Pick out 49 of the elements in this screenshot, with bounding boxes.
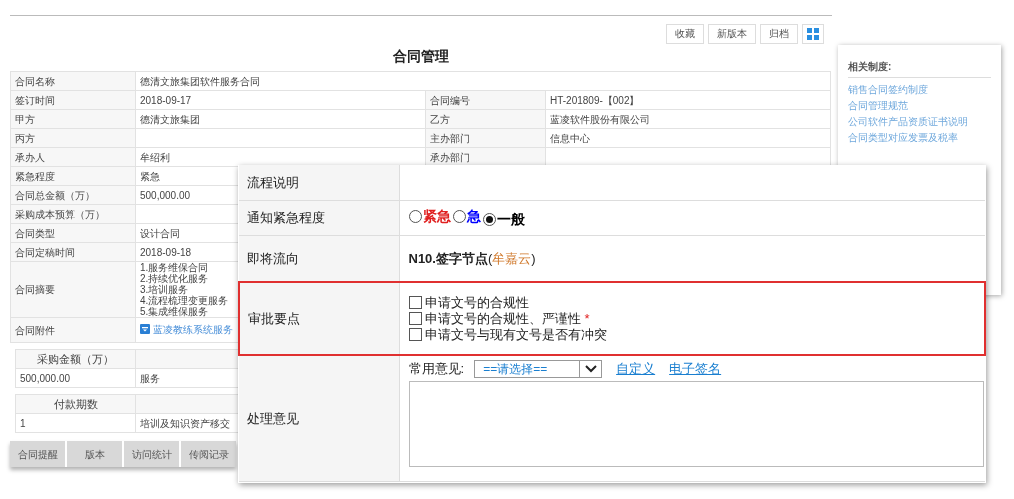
column-header: 采购金额（万） — [15, 349, 136, 369]
checkbox-label: 申请文号的合规性 — [424, 294, 529, 311]
toolbar-button[interactable]: 新版本 — [708, 24, 756, 44]
tab[interactable]: 版本 — [67, 441, 122, 467]
checkbox-label: 申请文号的合规性、严谨性 — [424, 310, 581, 327]
field-value: 德清文旅集团软件服务合同 — [140, 75, 260, 87]
toolbar-button[interactable]: 归档 — [760, 24, 798, 44]
column-header: 付款期数 — [15, 394, 136, 414]
flow-target: N10.签字节点(牟嘉云) — [408, 250, 536, 266]
page-title: 合同管理 — [392, 47, 450, 66]
panel-heading: 相关制度: — [848, 59, 991, 78]
attachment-link[interactable]: 蓝凌教练系统服务 — [153, 323, 233, 335]
tab[interactable]: 访问统计 — [124, 441, 179, 467]
field-value: 紧急 — [140, 170, 160, 182]
field-label: 合同摘要 — [10, 261, 136, 318]
field-label: 审批要点 — [239, 282, 399, 355]
field-label: 流程说明 — [239, 165, 399, 200]
field-value: 500,000.00 — [140, 189, 191, 201]
field-label: 合同名称 — [10, 71, 136, 91]
field-value: 2018-09-17 — [140, 94, 192, 106]
checkbox-label: 申请文号与现有文号是否有冲突 — [424, 326, 607, 343]
radio-option[interactable]: 急 — [452, 205, 481, 227]
table-cell: 1 — [15, 413, 136, 433]
field-value: HT-201809-【002】 — [550, 94, 640, 106]
document-icon — [140, 324, 150, 335]
required-mark: * — [584, 310, 590, 327]
toolbar-button[interactable]: 收藏 — [666, 24, 704, 44]
field-label: 即将流向 — [239, 235, 399, 282]
grid-icon[interactable] — [802, 24, 824, 44]
checkbox[interactable] — [408, 312, 422, 325]
field-label: 合同附件 — [10, 317, 136, 343]
tab[interactable]: 合同提醒 — [10, 441, 65, 467]
tab[interactable]: 传阅记录 — [181, 441, 236, 467]
field-value: 设计合同 — [140, 227, 180, 239]
table-cell: 500,000.00 — [15, 368, 136, 388]
radio-option[interactable]: 一般 — [482, 208, 525, 230]
checkbox[interactable] — [408, 328, 422, 341]
caret-icon[interactable] — [584, 364, 597, 373]
field-label: 处理意见 — [239, 355, 399, 481]
field-label: 通知紧急程度 — [239, 200, 399, 235]
field-value: 德清文旅集团 — [140, 113, 200, 125]
opinion-select[interactable]: ==请选择== — [474, 359, 603, 378]
checkbox[interactable] — [408, 296, 422, 309]
field-value: 信息中心 — [550, 132, 590, 144]
summary-text: 1.服务维保合同 2.持续优化服务 3.培训服务 4.流程梳理变更服务 5.集成维保服务 — [140, 262, 229, 317]
radio-option[interactable]: 紧急 — [408, 205, 451, 227]
field-value: 2018-09-18 — [140, 246, 192, 258]
field-value: 蓝凌软件股份有限公司 — [550, 113, 650, 125]
field-value: 牟绍利 — [140, 151, 170, 163]
